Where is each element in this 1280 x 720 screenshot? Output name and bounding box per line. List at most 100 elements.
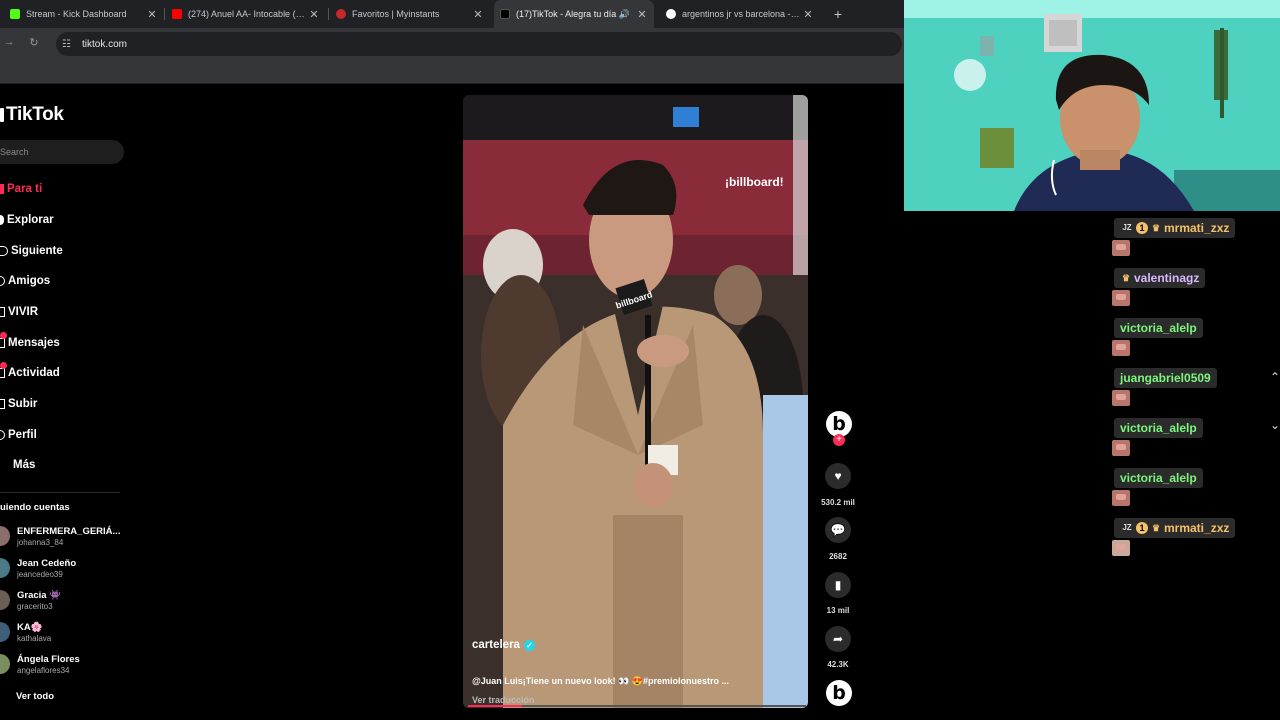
profile-icon xyxy=(0,430,5,440)
sound-disc[interactable]: b xyxy=(826,680,852,706)
chat-username-pill[interactable]: victoria_alelp xyxy=(1114,468,1203,488)
browser-tab-active[interactable]: (17)TikTok - Alegra tu día 🔊 ✕ xyxy=(494,0,654,28)
avatar xyxy=(0,590,10,610)
logo-text: TikTok xyxy=(6,104,64,125)
activity-icon xyxy=(0,368,5,378)
chat-message: ♛ valentinagz xyxy=(1110,266,1280,310)
nav-label: Más xyxy=(13,459,36,471)
followed-account[interactable]: Gracia 👾 gracerito3 xyxy=(0,588,124,614)
home-icon xyxy=(0,184,4,194)
nav-item-subir[interactable]: Subir xyxy=(0,394,37,414)
tab-separator xyxy=(328,8,329,20)
reload-icon[interactable]: ↻ xyxy=(27,36,41,49)
video-caption[interactable]: @Juan Luis¡Tiene un nuevo look! 👀 😍#prem… xyxy=(472,676,729,687)
tab-title: (274) Anuel AA- Intocable (Tira xyxy=(188,9,308,19)
comment-button[interactable]: 💬 xyxy=(825,517,851,543)
chat-message: victoria_alelp xyxy=(1110,416,1280,460)
nav-item-siguiente[interactable]: Siguiente xyxy=(0,241,63,261)
nav-item-mensajes[interactable]: Mensajes xyxy=(0,333,60,353)
chat-message: JZ 1 ♛ mrmati_zxz xyxy=(1110,216,1280,260)
video-progress-bar[interactable] xyxy=(468,705,806,707)
messages-icon xyxy=(0,338,5,348)
nav-label: Perfil xyxy=(8,429,37,441)
see-all-link[interactable]: Ver todo xyxy=(16,691,54,702)
chat-emote xyxy=(1112,340,1130,356)
nav-item-perfil[interactable]: Perfil xyxy=(0,425,37,445)
bookmark-bar xyxy=(0,60,904,84)
new-tab-plus-icon[interactable]: + xyxy=(829,4,847,24)
close-icon[interactable]: ✕ xyxy=(472,8,484,21)
nav-item-actividad[interactable]: Actividad xyxy=(0,363,60,383)
avatar xyxy=(0,622,10,642)
verified-icon: ✓ xyxy=(523,639,535,651)
browser-tab-bar: Stream - Kick Dashboard ✕ (274) Anuel AA… xyxy=(0,0,904,28)
close-icon[interactable]: ✕ xyxy=(636,8,648,21)
chat-emote xyxy=(1112,540,1130,556)
tiktok-logo-icon xyxy=(0,108,4,122)
account-name: Jean Cedeño xyxy=(17,558,77,569)
browser-tab[interactable]: Stream - Kick Dashboard ✕ xyxy=(4,0,164,28)
close-icon[interactable]: ✕ xyxy=(308,8,320,21)
notification-dot xyxy=(0,332,7,339)
more-icon xyxy=(0,459,10,471)
browser-tab[interactable]: Favoritos | Myinstants ✕ xyxy=(330,0,490,28)
chat-username: victoria_alelp xyxy=(1120,321,1197,335)
site-info-icon[interactable]: ☷ xyxy=(62,39,76,50)
share-button[interactable]: ➦ xyxy=(825,626,851,652)
friends-icon xyxy=(0,276,5,286)
account-name: ENFERMERA_GERIÁ... xyxy=(17,526,121,537)
live-icon xyxy=(0,307,5,317)
followed-account[interactable]: KA🌸 kathalava xyxy=(0,620,124,646)
chat-username-pill[interactable]: ♛ valentinagz xyxy=(1114,268,1206,288)
following-icon xyxy=(0,246,8,256)
browser-tab[interactable]: argentinos jr vs barcelona - Bu ✕ xyxy=(660,0,820,28)
save-button[interactable]: ▮ xyxy=(825,572,851,598)
search-input[interactable]: Search xyxy=(0,140,124,164)
avatar xyxy=(0,558,10,578)
nav-item-explorar[interactable]: Explorar xyxy=(0,210,54,230)
like-count: 530.2 mil xyxy=(821,498,855,507)
nav-label: Siguiente xyxy=(11,245,63,257)
scroll-up-arrow-icon[interactable]: ⌃ xyxy=(1270,370,1280,384)
scroll-down-arrow-icon[interactable]: ⌄ xyxy=(1270,418,1280,432)
chat-emote xyxy=(1112,440,1130,456)
subscriber-badge-icon: JZ xyxy=(1122,523,1132,532)
nav-label: Actividad xyxy=(8,367,60,379)
nav-label: VIVIR xyxy=(8,306,39,318)
crown-badge-icon: ♛ xyxy=(1151,223,1161,233)
followed-account[interactable]: ENFERMERA_GERIÁ... johanna3_84 xyxy=(0,524,124,550)
video-author[interactable]: cartelera ✓ xyxy=(472,639,535,651)
account-name: KA🌸 xyxy=(17,622,43,633)
forward-arrow-icon[interactable]: → xyxy=(2,36,16,48)
address-bar[interactable]: ☷ tiktok.com xyxy=(56,32,902,56)
follow-plus-icon[interactable]: + xyxy=(833,434,845,446)
tab-title: (17)TikTok - Alegra tu día xyxy=(516,9,617,19)
nav-label: Mensajes xyxy=(8,337,60,349)
account-name: Gracia 👾 xyxy=(17,590,62,601)
followed-account[interactable]: Ángela Flores angelaflores34 xyxy=(0,652,124,678)
tab-title: Favoritos | Myinstants xyxy=(352,9,440,19)
close-icon[interactable]: ✕ xyxy=(802,8,814,21)
video-actions: b + ♥ 530.2 mil 💬 2682 ▮ 13 mil ➦ 42.3K … xyxy=(817,84,859,720)
chat-username-pill[interactable]: victoria_alelp xyxy=(1114,318,1203,338)
like-button[interactable]: ♥ xyxy=(825,463,851,489)
followed-account[interactable]: Jean Cedeño jeancedeo39 xyxy=(0,556,124,582)
chat-username-pill[interactable]: JZ 1 ♛ mrmati_zxz xyxy=(1114,218,1236,238)
chat-username: mrmati_zxz xyxy=(1164,521,1230,535)
speaker-icon[interactable]: 🔊 xyxy=(619,9,630,20)
nav-item-amigos[interactable]: Amigos xyxy=(0,271,50,291)
nav-label: Explorar xyxy=(7,214,54,226)
chat-username-pill[interactable]: JZ 1 ♛ mrmati_zxz xyxy=(1114,518,1236,538)
nav-item-mas[interactable]: Más xyxy=(0,455,35,475)
account-handle: jeancedeo39 xyxy=(17,570,63,579)
nav-item-vivir[interactable]: VIVIR xyxy=(0,302,38,322)
chat-username-pill[interactable]: juangabriel0509 xyxy=(1114,368,1217,388)
chat-username: juangabriel0509 xyxy=(1120,371,1211,385)
tiktok-logo[interactable]: TikTok xyxy=(0,104,64,126)
video-player[interactable]: ¡billboard! billboard cartelera ✓ @Juan … xyxy=(463,95,808,708)
chat-username-pill[interactable]: victoria_alelp xyxy=(1114,418,1203,438)
translate-link[interactable]: Ver traducción xyxy=(472,695,535,705)
close-icon[interactable]: ✕ xyxy=(146,8,158,21)
browser-tab[interactable]: (274) Anuel AA- Intocable (Tira ✕ xyxy=(166,0,326,28)
nav-item-para-ti[interactable]: Para ti xyxy=(0,179,42,199)
